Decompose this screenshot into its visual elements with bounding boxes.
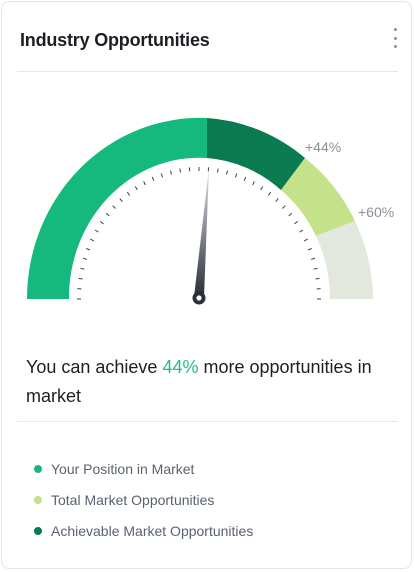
summary-divider (17, 421, 398, 422)
gauge-label-44: +44% (305, 139, 341, 155)
gauge-tick (307, 248, 312, 251)
gauge-tick (267, 191, 272, 196)
gauge-tick (260, 186, 264, 191)
legend-dot (34, 464, 42, 473)
gauge-tick (100, 220, 104, 225)
gauge-tick (112, 205, 116, 209)
gauge-tick (294, 220, 299, 225)
legend-item-position: Your Position in Market (34, 453, 253, 484)
gauge-tick (313, 267, 318, 270)
summary-highlight: 44% (162, 357, 199, 377)
gauge-tick (80, 267, 85, 270)
opportunity-gauge: +44% +60% (26, 117, 394, 305)
gauge-tick (94, 229, 99, 233)
gauge-tick (299, 229, 304, 233)
gauge-tick (90, 238, 95, 242)
achievement-summary: You can achieve 44% more opportunities i… (26, 353, 396, 411)
legend-label: Total Market Opportunities (51, 491, 215, 508)
gauge-tick (86, 248, 91, 251)
gauge-tick (105, 212, 110, 217)
gauge-segment-position (26, 117, 208, 299)
gauge-tick (252, 181, 255, 186)
gauge-tick (126, 191, 131, 196)
card-header: Industry Opportunities (20, 28, 397, 54)
gauge-tick (275, 198, 279, 203)
gauge-tick (143, 181, 146, 186)
gauge-needle (192, 168, 209, 305)
gauge-tick (243, 176, 247, 181)
legend-dot (34, 495, 42, 504)
gauge-tick (235, 173, 238, 178)
gauge-tick (303, 238, 308, 242)
gauge-tick (226, 170, 228, 175)
gauge-tick (311, 257, 316, 260)
gauge-tick (78, 277, 83, 280)
gauge-tick (134, 186, 138, 191)
gauge-tick (170, 170, 172, 175)
gauge-legend: Your Position in Market Total Market Opp… (34, 453, 253, 546)
gauge-tick (282, 205, 286, 209)
gauge-tick (179, 168, 181, 173)
legend-dot (34, 526, 42, 535)
gauge-tick (82, 257, 87, 260)
gauge-tick (151, 176, 155, 181)
gauge-tick (217, 168, 219, 173)
gauge-label-60: +60% (358, 204, 394, 220)
more-vertical-icon[interactable] (389, 27, 401, 49)
legend-item-achievable: Achievable Market Opportunities (34, 515, 253, 546)
gauge-tick (160, 173, 163, 178)
legend-label: Achievable Market Opportunities (51, 522, 254, 539)
legend-label: Your Position in Market (51, 460, 195, 477)
legend-item-total: Total Market Opportunities (34, 484, 253, 515)
summary-prefix: You can achieve (26, 357, 163, 377)
gauge-tick (315, 277, 320, 280)
gauge-tick (288, 212, 293, 217)
header-divider (17, 71, 398, 72)
gauge-tick (119, 198, 123, 203)
card-title: Industry Opportunities (20, 30, 210, 50)
